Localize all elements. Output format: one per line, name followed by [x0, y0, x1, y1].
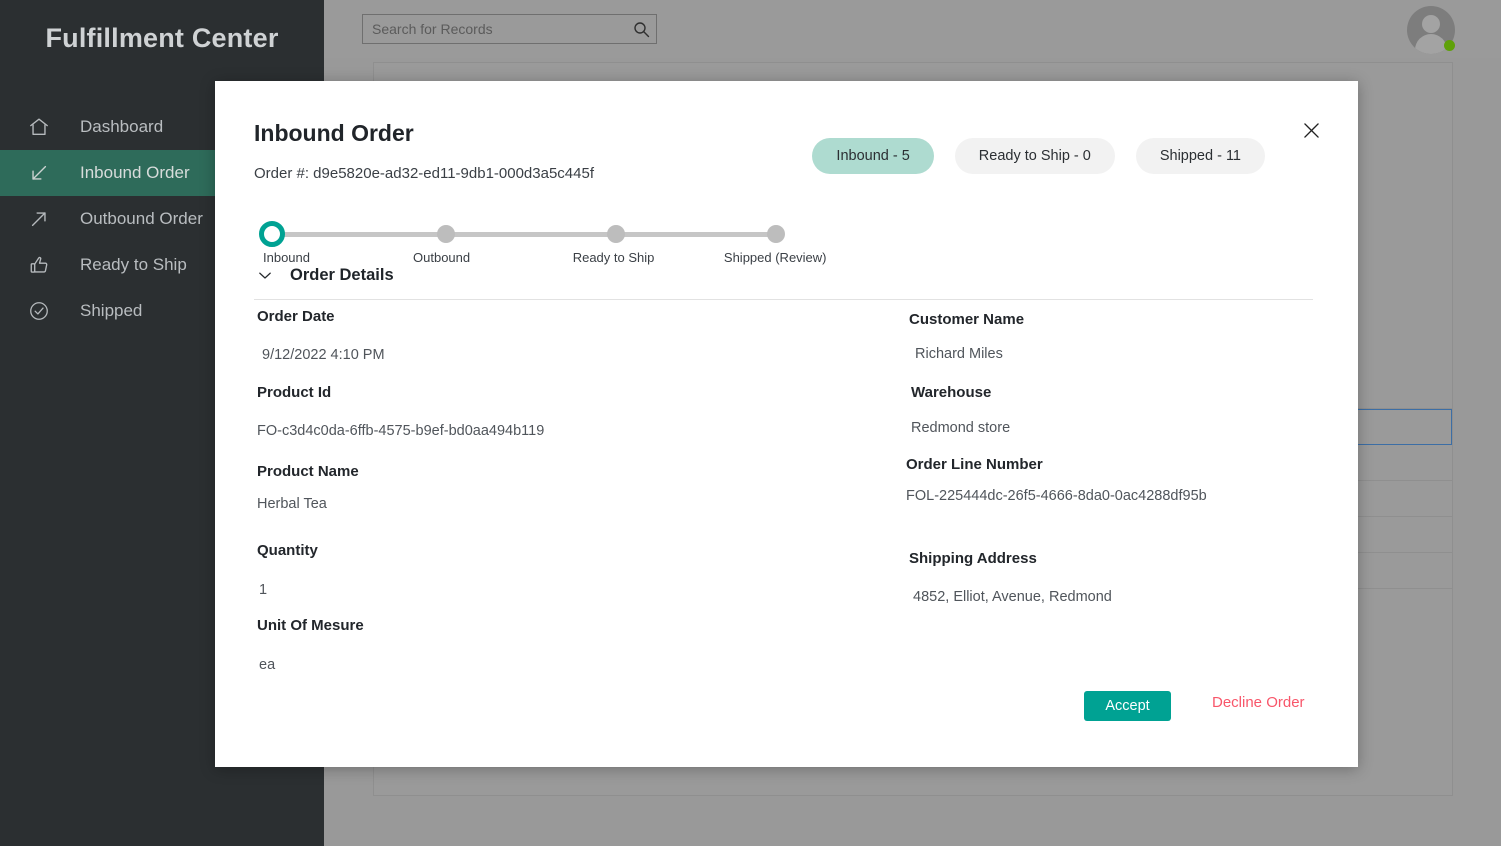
order-details-toggle[interactable]: Order Details	[254, 264, 394, 286]
field-value-order-date: 9/12/2022 4:10 PM	[262, 347, 385, 363]
field-label-order-line-number: Order Line Number	[906, 456, 1043, 473]
inbound-order-modal: Inbound Order Order #: d9e5820e-ad32-ed1…	[215, 81, 1358, 767]
arrow-down-left-icon	[28, 159, 62, 187]
search-input[interactable]	[363, 15, 626, 43]
step-label: Shipped (Review)	[723, 250, 827, 265]
page-title: Inbound Order	[254, 120, 414, 146]
field-value-product-name: Herbal Tea	[257, 496, 327, 512]
field-value-product-id: FO-c3d4c0da-6ffb-4575-b9ef-bd0aa494b119	[257, 423, 545, 439]
section-divider	[254, 299, 1313, 300]
field-label-shipping-address: Shipping Address	[909, 550, 1037, 567]
section-title: Order Details	[290, 265, 394, 284]
avatar-head	[1422, 15, 1440, 33]
close-icon[interactable]	[1296, 115, 1326, 145]
presence-status-dot	[1444, 40, 1455, 51]
field-value-quantity: 1	[259, 582, 268, 598]
sidebar-item-label: Shipped	[80, 301, 143, 320]
avatar-body	[1415, 34, 1447, 54]
sidebar-item-label: Dashboard	[80, 117, 164, 136]
step-dot	[437, 225, 455, 243]
arrow-up-right-icon	[28, 205, 62, 233]
thumbs-up-icon	[28, 251, 62, 279]
field-label-order-date: Order Date	[257, 308, 335, 325]
chevron-down-icon	[254, 264, 276, 286]
brand-title: Fulfillment Center	[45, 22, 279, 53]
field-value-order-line-number: FOL-225444dc-26f5-4666-8da0-0ac4288df95b	[906, 488, 1207, 504]
pill-ready-to-ship[interactable]: Ready to Ship - 0	[954, 138, 1115, 174]
field-value-shipping-address: 4852, Elliot, Avenue, Redmond	[913, 589, 1112, 605]
home-icon	[28, 113, 62, 141]
field-value-unit-of-mesure: ea	[259, 657, 276, 673]
field-value-warehouse: Redmond store	[911, 420, 1011, 436]
step-dot	[259, 221, 285, 247]
sidebar-item-label: Inbound Order	[80, 163, 190, 182]
step-dot	[607, 225, 625, 243]
field-label-unit-of-mesure: Unit Of Mesure	[257, 617, 364, 634]
sidebar-item-label: Outbound Order	[80, 209, 203, 228]
step-label: Inbound	[263, 250, 310, 265]
search-box[interactable]	[362, 14, 657, 44]
top-bar	[324, 0, 1501, 58]
brand: Fulfillment Center	[0, 0, 324, 82]
step-dot	[767, 225, 785, 243]
check-circle-icon	[28, 297, 62, 325]
field-label-product-name: Product Name	[257, 463, 359, 480]
field-value-customer-name: Richard Miles	[915, 346, 1003, 362]
search-icon[interactable]	[626, 15, 656, 43]
app-root: Fulfillment Center Dashboard	[0, 0, 1501, 846]
order-number: Order #: d9e5820e-ad32-ed11-9db1-000d3a5…	[254, 165, 594, 182]
stepper-track	[272, 232, 776, 237]
sidebar-item-label: Ready to Ship	[80, 255, 187, 274]
field-label-product-id: Product Id	[257, 384, 332, 401]
step-label: Ready to Ship	[572, 250, 655, 265]
step-label: Outbound	[413, 250, 471, 265]
pill-shipped[interactable]: Shipped - 11	[1135, 138, 1265, 174]
status-filter-pills: Inbound - 5 Ready to Ship - 0 Shipped - …	[812, 138, 1265, 174]
decline-order-button[interactable]: Decline Order	[1212, 694, 1305, 711]
field-label-warehouse: Warehouse	[911, 384, 992, 401]
field-label-quantity: Quantity	[257, 542, 318, 559]
order-progress-stepper: Inbound Outbound Ready to Ship Shipped (…	[254, 200, 827, 265]
accept-button[interactable]: Accept	[1084, 691, 1171, 721]
field-label-customer-name: Customer Name	[909, 311, 1025, 328]
pill-inbound[interactable]: Inbound - 5	[812, 138, 934, 174]
